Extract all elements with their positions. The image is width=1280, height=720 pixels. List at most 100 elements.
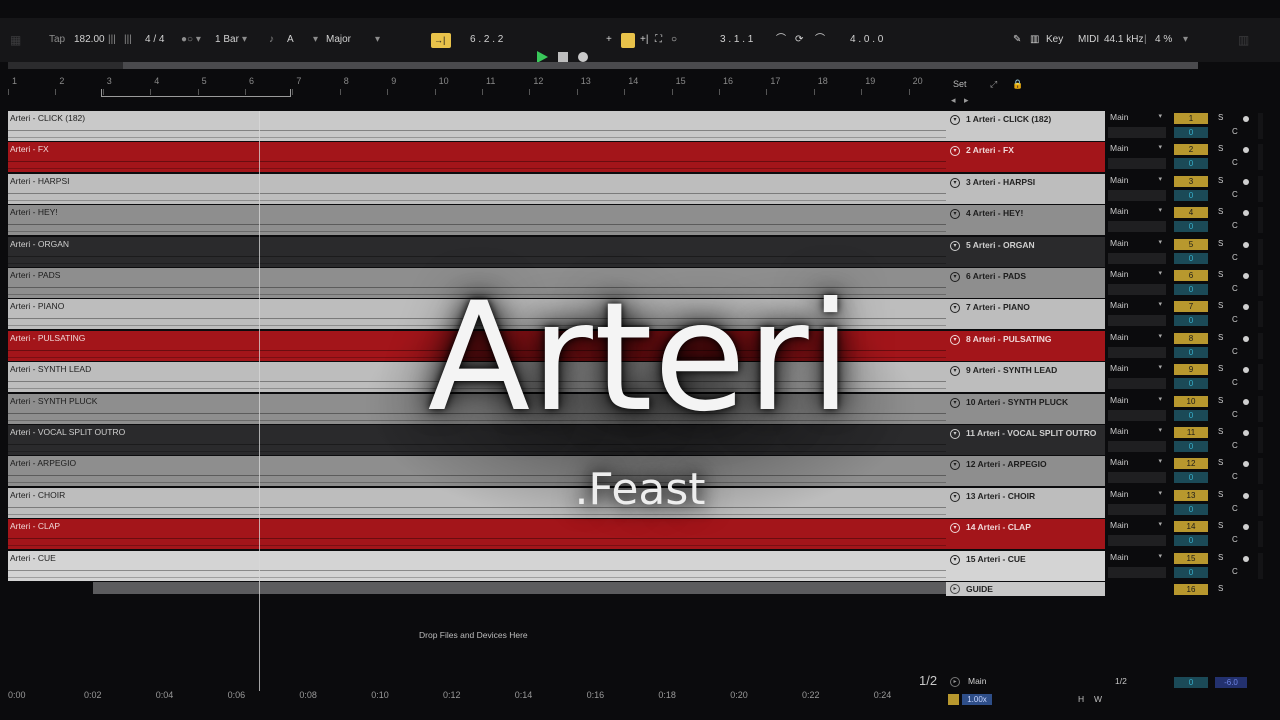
guide-solo-button[interactable]: S bbox=[1218, 584, 1223, 593]
crossfade-button[interactable]: C bbox=[1232, 567, 1238, 576]
routing-channel-field[interactable] bbox=[1108, 158, 1166, 170]
solo-button[interactable]: S bbox=[1218, 176, 1223, 185]
track-lane[interactable]: Arteri - FX bbox=[8, 142, 946, 173]
punch-out-icon[interactable]: ⌒ bbox=[815, 18, 825, 62]
loop-switch-icon[interactable]: ⟳ bbox=[795, 18, 803, 62]
crossfade-button[interactable]: C bbox=[1232, 535, 1238, 544]
time-signature-field[interactable]: 4 / 4 bbox=[145, 18, 164, 62]
solo-button[interactable]: S bbox=[1218, 144, 1223, 153]
routing-channel-field[interactable] bbox=[1108, 252, 1166, 264]
arm-button[interactable] bbox=[1243, 116, 1249, 122]
routing-channel-field[interactable] bbox=[1108, 127, 1166, 138]
nudge-up-icon[interactable]: ||| bbox=[124, 18, 132, 62]
guide-track-name[interactable]: GUIDE bbox=[966, 584, 993, 594]
track-activator-button[interactable]: 3 bbox=[1174, 175, 1208, 187]
loop-length-field[interactable]: 4 . 0 . 0 bbox=[850, 18, 883, 62]
key-root-menu[interactable]: A bbox=[287, 18, 294, 62]
track-volume[interactable]: 0 bbox=[1174, 189, 1208, 201]
output-routing-menu[interactable]: Main ▾ bbox=[1108, 143, 1166, 156]
output-routing-menu[interactable]: Main ▾ bbox=[1108, 520, 1166, 533]
track-header[interactable]: ▾ 1 Arteri - CLICK (182) bbox=[946, 111, 1105, 141]
track-name[interactable]: 4 Arteri - HEY! bbox=[966, 208, 1023, 218]
track-header[interactable]: ▾ 4 Arteri - HEY! bbox=[946, 205, 1105, 236]
solo-button[interactable]: S bbox=[1218, 207, 1223, 216]
link-icon[interactable]: ▦ bbox=[10, 18, 21, 62]
set-locator-button[interactable]: Set bbox=[953, 79, 967, 89]
draw-mode-icon[interactable]: ✎ bbox=[1013, 18, 1021, 62]
guide-activator-button[interactable]: 16 bbox=[1174, 584, 1208, 595]
loop-start-field[interactable]: 3 . 1 . 1 bbox=[720, 18, 753, 62]
output-routing-menu[interactable]: Main ▾ bbox=[1108, 552, 1166, 565]
metronome-icon[interactable]: ●○ ▾ bbox=[181, 18, 201, 62]
track-activator-button[interactable]: 4 bbox=[1174, 207, 1208, 219]
output-routing-menu[interactable]: Main ▾ bbox=[1108, 112, 1166, 125]
master-volume[interactable]: 0 bbox=[1174, 677, 1208, 688]
guide-track-header[interactable]: ▸ GUIDE bbox=[946, 582, 1105, 596]
capture-icon[interactable]: +| bbox=[640, 18, 648, 62]
track-activator-button[interactable]: 5 bbox=[1174, 238, 1208, 250]
track-volume[interactable]: 0 bbox=[1174, 535, 1208, 547]
prev-locator-icon[interactable]: ◂ bbox=[951, 95, 956, 106]
track-lane[interactable]: Arteri - HARPSI bbox=[8, 173, 946, 204]
key-map-button[interactable]: Key bbox=[1046, 18, 1063, 62]
session-record-icon[interactable]: ⛶ bbox=[655, 18, 662, 62]
crossfade-button[interactable]: C bbox=[1232, 127, 1238, 136]
track-name[interactable]: 2 Arteri - FX bbox=[966, 145, 1014, 155]
arm-button[interactable] bbox=[1243, 178, 1249, 185]
arm-button[interactable] bbox=[1243, 555, 1249, 562]
overdub-icon[interactable]: + bbox=[606, 18, 612, 62]
track-volume[interactable]: 0 bbox=[1174, 252, 1208, 264]
automation-arm-button[interactable] bbox=[621, 33, 635, 48]
output-routing-menu[interactable]: Main ▾ bbox=[1108, 175, 1166, 188]
scale-menu[interactable]: Major bbox=[326, 18, 351, 62]
guide-lane[interactable] bbox=[93, 582, 946, 594]
arm-button[interactable] bbox=[1243, 524, 1249, 531]
fold-icon[interactable]: ▸ bbox=[950, 584, 960, 594]
drop-files-hint[interactable]: Drop Files and Devices Here bbox=[419, 630, 528, 640]
track-activator-button[interactable]: 15 bbox=[1174, 552, 1208, 564]
main-fold-icon[interactable]: ▸ bbox=[950, 677, 960, 687]
h-button[interactable]: H bbox=[1078, 694, 1084, 704]
page-selector[interactable]: 1/2 bbox=[1115, 676, 1127, 686]
arm-button[interactable] bbox=[1243, 241, 1249, 248]
punch-in-icon[interactable]: ⌒ bbox=[776, 18, 786, 62]
scale-icon[interactable]: ♪ bbox=[269, 18, 274, 62]
track-name[interactable]: 14 Arteri - CLAP bbox=[966, 522, 1031, 532]
track-lane[interactable]: Arteri - CLAP bbox=[8, 519, 946, 550]
keyboard-icon[interactable]: ▥ bbox=[1030, 18, 1039, 62]
stop-icon[interactable] bbox=[558, 52, 568, 62]
expand-icon[interactable]: ⤢ bbox=[990, 79, 997, 90]
track-header[interactable]: ▾ 15 Arteri - CUE bbox=[946, 550, 1105, 581]
lock-icon[interactable]: 🔒 bbox=[1012, 79, 1023, 90]
track-header[interactable]: ▾ 3 Arteri - HARPSI bbox=[946, 173, 1105, 204]
scale-caret-icon[interactable]: ▾ bbox=[375, 18, 380, 62]
master-db-readout[interactable]: -6.0 bbox=[1215, 677, 1247, 688]
track-activator-button[interactable]: 14 bbox=[1174, 521, 1208, 533]
fold-icon[interactable]: ▾ bbox=[950, 115, 960, 125]
cpu-caret-icon[interactable]: ▾ bbox=[1183, 18, 1188, 62]
crossfade-button[interactable]: C bbox=[1232, 190, 1238, 199]
track-lane[interactable]: Arteri - CUE bbox=[8, 550, 946, 581]
fold-icon[interactable]: ▾ bbox=[950, 523, 960, 534]
zoom-level[interactable]: 1.00x bbox=[962, 694, 992, 705]
w-button[interactable]: W bbox=[1094, 694, 1102, 704]
output-routing-menu[interactable]: Main ▾ bbox=[1108, 238, 1166, 251]
crossfade-button[interactable]: C bbox=[1232, 253, 1238, 262]
track-activator-button[interactable]: 2 bbox=[1174, 144, 1208, 156]
track-activator-button[interactable]: 1 bbox=[1174, 113, 1208, 124]
fold-icon[interactable]: ▾ bbox=[950, 554, 960, 565]
solo-button[interactable]: S bbox=[1218, 521, 1223, 530]
track-volume[interactable]: 0 bbox=[1174, 566, 1208, 578]
track-header[interactable]: ▾ 14 Arteri - CLAP bbox=[946, 519, 1105, 550]
track-volume[interactable]: 0 bbox=[1174, 127, 1208, 138]
fold-icon[interactable]: ▾ bbox=[950, 240, 960, 251]
view-toggle-icon[interactable]: ▥ bbox=[1238, 18, 1249, 62]
fold-icon[interactable]: ▾ bbox=[950, 209, 960, 220]
solo-button[interactable]: S bbox=[1218, 113, 1223, 122]
solo-button[interactable]: S bbox=[1218, 553, 1223, 562]
next-locator-icon[interactable]: ▸ bbox=[964, 95, 969, 106]
quantize-caret-icon[interactable]: ▾ bbox=[242, 18, 247, 62]
track-volume[interactable]: 0 bbox=[1174, 221, 1208, 233]
loop-brace[interactable] bbox=[101, 89, 291, 97]
tempo-field[interactable]: 182.00 bbox=[74, 18, 105, 62]
